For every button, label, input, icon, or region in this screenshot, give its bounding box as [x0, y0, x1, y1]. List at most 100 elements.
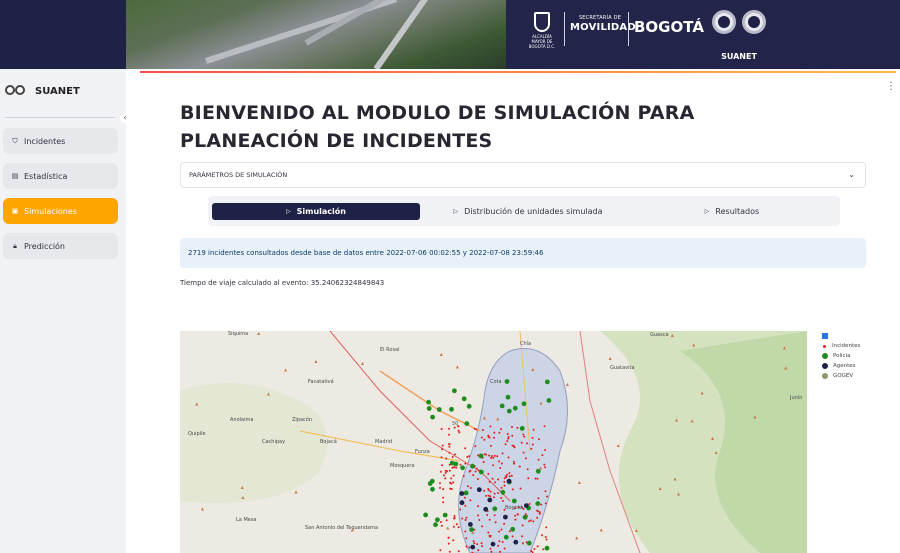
incident-marker[interactable]: [441, 448, 443, 451]
incident-marker[interactable]: [545, 526, 548, 529]
police-marker[interactable]: [511, 498, 517, 504]
incident-marker[interactable]: [485, 494, 488, 497]
police-marker[interactable]: [427, 481, 433, 486]
incident-marker[interactable]: [472, 474, 475, 477]
incident-marker[interactable]: [448, 427, 450, 430]
incident-marker[interactable]: [490, 456, 493, 459]
incident-marker[interactable]: [501, 452, 504, 455]
incident-marker[interactable]: [474, 445, 477, 448]
incident-marker[interactable]: [497, 544, 500, 547]
police-marker[interactable]: [423, 512, 428, 518]
incident-marker[interactable]: [498, 460, 501, 463]
incident-marker[interactable]: [536, 477, 539, 480]
incident-marker[interactable]: [489, 534, 492, 537]
incident-marker[interactable]: [477, 505, 479, 508]
police-marker[interactable]: [478, 469, 484, 475]
incident-marker[interactable]: [493, 436, 495, 439]
police-marker[interactable]: [504, 379, 510, 384]
incident-marker[interactable]: [504, 443, 507, 446]
police-marker[interactable]: [433, 522, 438, 528]
incident-marker[interactable]: [544, 536, 547, 538]
agent-marker[interactable]: [459, 491, 465, 496]
police-marker[interactable]: [492, 506, 498, 512]
incident-marker[interactable]: [524, 457, 527, 460]
incident-marker[interactable]: [508, 475, 511, 478]
incident-marker[interactable]: [487, 494, 490, 497]
sidebar-item-simulaciones[interactable]: ▣ Simulaciones: [3, 198, 118, 224]
agent-marker[interactable]: [470, 544, 476, 550]
incident-marker[interactable]: [492, 464, 495, 467]
incident-marker[interactable]: [501, 541, 504, 543]
incident-marker[interactable]: [457, 526, 460, 529]
incident-marker[interactable]: [508, 530, 511, 533]
legend-item[interactable]: Policia: [822, 351, 892, 361]
incident-marker[interactable]: [447, 536, 450, 539]
police-marker[interactable]: [430, 486, 435, 492]
incident-marker[interactable]: [478, 519, 481, 521]
incident-marker[interactable]: [476, 478, 479, 480]
incident-marker[interactable]: [538, 512, 541, 515]
agent-marker[interactable]: [487, 497, 493, 503]
incident-marker[interactable]: [466, 485, 469, 488]
incident-marker[interactable]: [493, 492, 496, 495]
incident-marker[interactable]: [439, 486, 441, 489]
incident-marker[interactable]: [442, 496, 445, 499]
incident-marker[interactable]: [522, 507, 525, 510]
incident-marker[interactable]: [490, 455, 493, 457]
incident-marker[interactable]: [536, 516, 539, 519]
police-marker[interactable]: [519, 426, 525, 431]
incident-marker[interactable]: [489, 444, 492, 447]
incident-marker[interactable]: [487, 488, 490, 490]
incident-marker[interactable]: [440, 456, 443, 459]
police-marker[interactable]: [478, 453, 484, 459]
incident-marker[interactable]: [483, 489, 486, 492]
police-marker[interactable]: [526, 540, 532, 546]
police-marker[interactable]: [466, 403, 472, 409]
incident-marker[interactable]: [488, 454, 490, 457]
legend-item[interactable]: [822, 331, 892, 341]
incident-marker[interactable]: [513, 446, 516, 449]
incident-marker[interactable]: [498, 431, 501, 434]
incident-marker[interactable]: [480, 436, 483, 439]
incident-marker[interactable]: [473, 542, 476, 545]
incident-marker[interactable]: [518, 465, 521, 468]
police-marker[interactable]: [452, 388, 457, 394]
police-marker[interactable]: [449, 460, 455, 466]
agent-marker[interactable]: [483, 506, 489, 512]
police-marker[interactable]: [500, 489, 506, 495]
incident-marker[interactable]: [500, 497, 503, 499]
kebab-menu-icon[interactable]: ⋮: [886, 81, 896, 92]
incident-marker[interactable]: [497, 492, 499, 494]
incident-marker[interactable]: [522, 433, 525, 436]
incident-marker[interactable]: [540, 503, 543, 506]
incident-marker[interactable]: [453, 466, 456, 469]
incident-marker[interactable]: [493, 454, 496, 457]
incident-marker[interactable]: [521, 535, 524, 538]
incident-marker[interactable]: [454, 453, 456, 456]
incident-marker[interactable]: [439, 549, 442, 552]
incident-marker[interactable]: [465, 537, 468, 540]
incident-marker[interactable]: [473, 427, 476, 430]
sidebar-item-estadistica[interactable]: ▤ Estadística: [3, 163, 118, 189]
police-marker[interactable]: [449, 406, 454, 412]
incident-marker[interactable]: [464, 519, 467, 521]
incident-marker[interactable]: [532, 520, 535, 523]
police-marker[interactable]: [506, 408, 512, 414]
incident-marker[interactable]: [457, 429, 460, 432]
incident-marker[interactable]: [493, 514, 496, 517]
incident-marker[interactable]: [448, 443, 450, 446]
incident-marker[interactable]: [492, 456, 495, 459]
police-marker[interactable]: [442, 512, 448, 518]
simulation-parameters-expander[interactable]: PARÁMETROS DE SIMULACIÓN ⌄: [180, 162, 866, 188]
incident-marker[interactable]: [531, 436, 534, 439]
legend-item[interactable]: Incidentes: [822, 341, 892, 351]
police-marker[interactable]: [430, 414, 435, 420]
incident-marker[interactable]: [506, 440, 509, 443]
incident-marker[interactable]: [483, 438, 486, 441]
incident-marker[interactable]: [513, 462, 516, 465]
incident-marker[interactable]: [536, 545, 539, 548]
incident-marker[interactable]: [511, 426, 513, 428]
incident-marker[interactable]: [445, 457, 448, 460]
incident-marker[interactable]: [502, 500, 504, 502]
tab-distribucion[interactable]: ▷ Distribución de unidades simulada: [424, 203, 632, 220]
